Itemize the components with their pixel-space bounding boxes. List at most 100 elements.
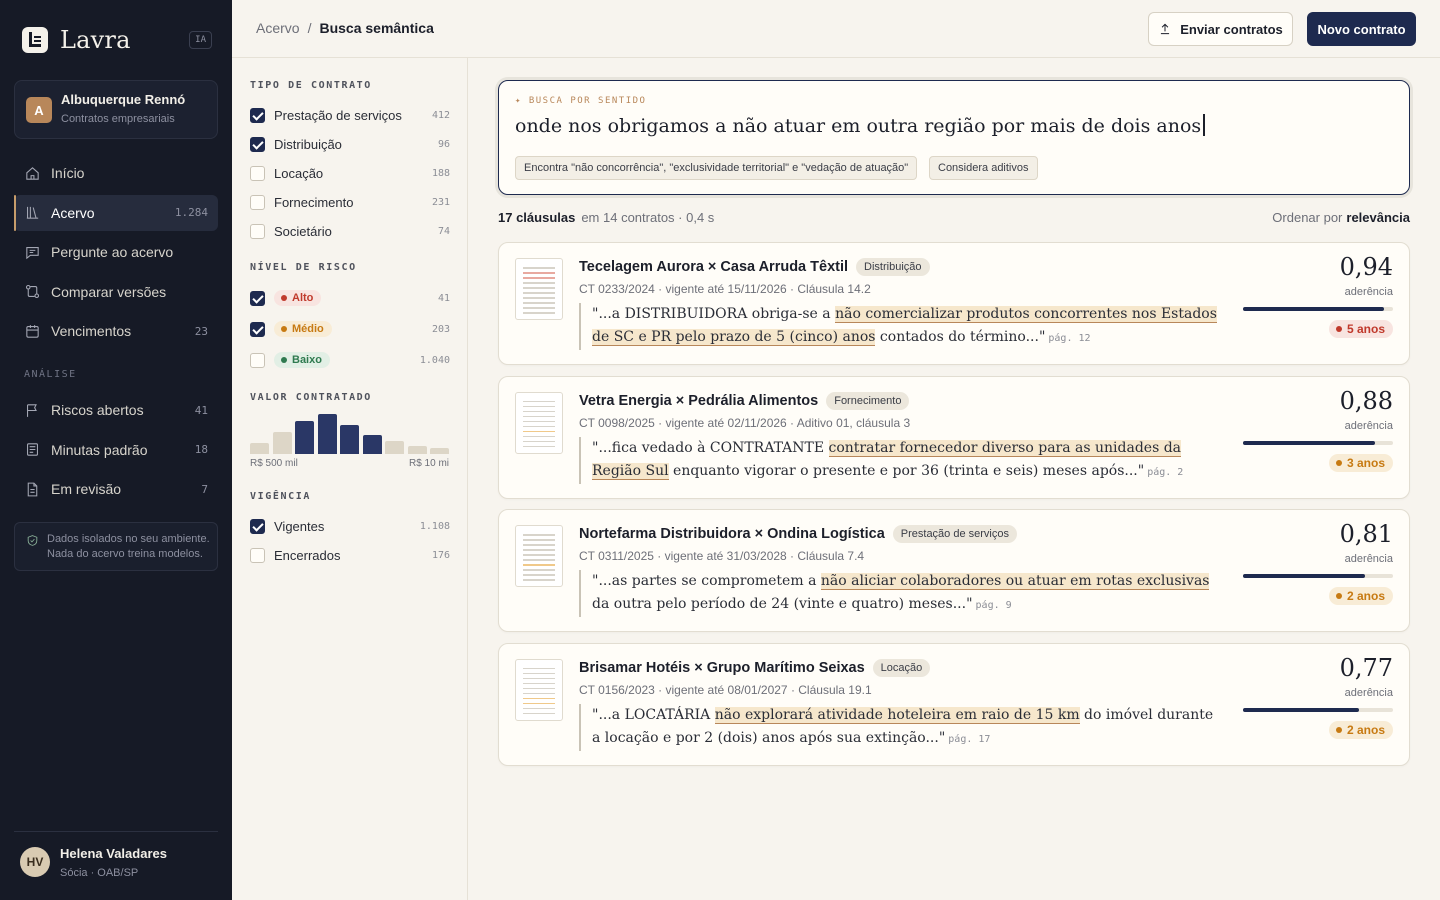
brand[interactable]: Lavra IA [22,26,212,54]
duration-badge: 5 anos [1328,320,1393,338]
relevance-score: 0,94 [1339,253,1393,281]
nav-label: Em revisão [51,481,122,497]
nav-item-pergunte[interactable]: Pergunte ao acervo [14,234,218,270]
filter-option[interactable]: Fornecimento 231 [250,192,450,212]
semantic-search-box[interactable]: ✦ BUSCA POR SENTIDO onde nos obrigamos a… [498,80,1410,195]
value-histogram[interactable] [250,408,450,454]
results-summary: 17 cláusulas em 14 contratos · 0,4 s [498,210,714,225]
relevance-score: 0,88 [1339,386,1393,415]
result-title[interactable]: Brisamar Hotéis × Grupo Marítimo Seixas [579,660,865,676]
checkbox[interactable] [250,107,265,123]
clause-excerpt[interactable]: "...a LOCATÁRIA não explorará atividade … [579,703,1219,751]
filter-option[interactable]: Distribuição 96 [250,134,450,154]
histogram-bar[interactable] [340,425,359,454]
filter-option[interactable]: Prestação de serviços 412 [250,105,450,125]
checkbox[interactable] [250,136,265,152]
histogram-bar[interactable] [407,446,427,454]
filter-title-term: VIGÊNCIA [250,491,311,502]
checkbox[interactable] [250,290,265,306]
excerpt-match: não aliciar colaboradores ou atuar em ro… [820,573,1210,590]
checkbox[interactable] [250,352,265,368]
nav-item-riscos[interactable]: Riscos abertos 41 [14,392,218,428]
checkbox[interactable] [250,321,265,337]
contract-type-tag: Distribuição [856,258,930,276]
nav-count: 41 [194,403,208,417]
result-title[interactable]: Tecelagem Aurora × Casa Arruda Têxtil [579,259,848,275]
filter-option[interactable]: Locação 188 [250,163,450,183]
clause-excerpt[interactable]: "...as partes se comprometem a não alici… [579,570,1219,617]
checkbox[interactable] [250,165,265,181]
document-thumbnail[interactable] [515,658,563,721]
nav-item-revisao[interactable]: Em revisão 7 [14,471,218,507]
document-thumbnail[interactable] [515,258,563,320]
excerpt-before: "...as partes se comprometem a [592,573,821,589]
upload-contracts-button[interactable]: Enviar contratos [1148,12,1293,46]
nav-item-inicio[interactable]: Início [14,155,218,191]
contract-type-tag: Prestação de serviços [892,525,1017,543]
calendar-icon [26,324,39,338]
excerpt-match: não explorará atividade hoteleira em rai… [714,706,1080,724]
new-contract-button[interactable]: Novo contrato [1307,12,1416,46]
filter-option[interactable]: Encerrados 176 [250,545,450,565]
histogram-bar[interactable] [250,442,269,454]
histogram-bar[interactable] [272,432,292,454]
breadcrumb-separator: / [307,20,312,36]
user-profile[interactable]: HV Helena Valadares Sócia · OAB/SP [14,831,218,900]
nav-item-minutas[interactable]: Minutas padrão 18 [14,432,218,468]
result-card[interactable]: Brisamar Hotéis × Grupo Marítimo Seixas L… [498,642,1410,766]
histogram-bar[interactable] [295,421,314,454]
template-icon [27,443,38,456]
relevance-label: aderência [1344,553,1393,565]
document-thumbnail[interactable] [515,391,563,454]
relevance-bar-fill [1243,574,1365,578]
sort-label: Ordenar por [1272,210,1343,225]
filter-option-label: Societário [274,223,332,239]
checkbox[interactable] [250,547,265,563]
search-chip-synonyms[interactable]: Encontra "não concorrência", "exclusivid… [515,156,918,180]
excerpt-after: da outra pelo período de 24 (vinte e qua… [592,596,973,612]
sort-control[interactable]: Ordenar por relevância [1272,210,1410,225]
document-thumbnail[interactable] [515,525,563,587]
filter-option[interactable]: Baixo 1.040 [250,350,450,370]
result-title[interactable]: Vetra Energia × Pedrália Alimentos [579,393,818,409]
page-reference: pág. 12 [1048,333,1091,344]
search-input[interactable]: onde nos obrigamos a não atuar em outra … [515,114,1205,137]
checkbox[interactable] [250,223,265,239]
shield-check-icon [27,535,38,546]
checkbox[interactable] [250,518,265,534]
avatar: HV [20,847,50,877]
search-chip-amendments[interactable]: Considera aditivos [929,156,1038,180]
nav-label: Início [51,165,85,181]
org-switcher[interactable]: A Albuquerque Rennó Contratos empresaria… [14,80,218,139]
histogram-bar[interactable] [317,414,337,454]
nav-item-vencimentos[interactable]: Vencimentos 23 [14,313,218,349]
histogram-bar[interactable] [385,441,404,454]
excerpt-before: "...a LOCATÁRIA [592,706,715,723]
result-card[interactable]: Nortefarma Distribuidora × Ondina Logíst… [498,509,1410,632]
result-title-row: Tecelagem Aurora × Casa Arruda Têxtil Dis… [579,258,930,276]
relevance-bar [1243,707,1393,712]
excerpt-after: enquanto vigorar o presente e por 36 (tr… [668,462,1145,479]
filter-option[interactable]: Médio 203 [250,319,450,339]
result-card[interactable]: Vetra Energia × Pedrália Alimentos Fornec… [498,375,1410,499]
checkbox[interactable] [250,194,265,210]
result-meta: CT 0098/2025 · vigente até 02/11/2026 · … [579,415,911,430]
filter-option-count: 231 [431,196,450,208]
nav-item-comparar[interactable]: Comparar versões [14,274,218,310]
result-title-row: Vetra Energia × Pedrália Alimentos Fornec… [579,391,910,410]
clause-excerpt[interactable]: "...a DISTRIBUIDORA obriga-se a não come… [579,303,1219,350]
sort-value[interactable]: relevância [1346,210,1410,225]
breadcrumb-parent[interactable]: Acervo [256,20,300,36]
filter-option[interactable]: Societário 74 [250,221,450,241]
relevance-label: aderência [1344,419,1393,432]
nav-item-acervo[interactable]: Acervo 1.284 [14,194,218,231]
excerpt-before: "...fica vedado à CONTRATANTE [592,439,829,456]
filter-option[interactable]: Vigentes 1.108 [250,516,450,536]
histogram-bar[interactable] [430,448,449,454]
histogram-bar[interactable] [362,434,382,454]
result-card[interactable]: Tecelagem Aurora × Casa Arruda Têxtil Dis… [498,242,1410,365]
filter-title-type: TIPO DE CONTRATO [250,80,372,91]
clause-excerpt[interactable]: "...fica vedado à CONTRATANTE contratar … [579,436,1219,484]
filter-option[interactable]: Alto 41 [250,288,450,308]
result-title[interactable]: Nortefarma Distribuidora × Ondina Logíst… [579,526,885,542]
